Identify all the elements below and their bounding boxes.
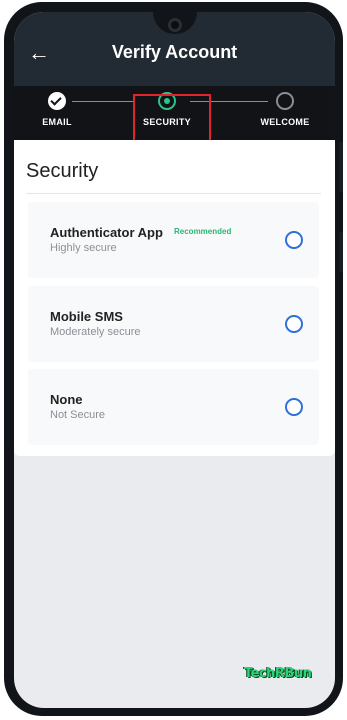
radio-button[interactable] — [285, 315, 303, 333]
option-title: Authenticator App — [50, 225, 163, 240]
option-subtitle: Moderately secure — [50, 326, 141, 338]
radio-button[interactable] — [285, 398, 303, 416]
option-title: None — [50, 392, 83, 407]
option-authenticator-app[interactable]: Authenticator App Recommended Highly sec… — [28, 202, 319, 278]
volume-button — [339, 142, 343, 192]
step-label-email: EMAIL — [42, 117, 72, 127]
watermark-logo: TechRBun — [244, 666, 312, 681]
page-title: Verify Account — [111, 42, 238, 62]
option-title: Mobile SMS — [50, 309, 123, 324]
option-none[interactable]: None Not Secure — [28, 369, 319, 445]
section-title: Security — [26, 160, 99, 182]
option-subtitle: Highly secure — [50, 242, 117, 254]
divider — [26, 193, 321, 194]
recommended-badge: Recommended — [174, 227, 232, 236]
check-icon — [48, 92, 66, 110]
phone-frame: ← Verify Account EMAIL SECURITY WELCOME … — [4, 2, 343, 716]
front-camera — [167, 18, 182, 32]
option-subtitle: Not Secure — [50, 409, 106, 421]
security-panel: Security Authenticator App Recommended H… — [14, 140, 335, 456]
step-label-welcome: WELCOME — [260, 117, 310, 127]
power-button — [339, 232, 343, 272]
step-email: EMAIL — [14, 92, 102, 127]
option-mobile-sms[interactable]: Mobile SMS Moderately secure — [28, 286, 319, 362]
progress-stepper: EMAIL SECURITY WELCOME — [14, 86, 335, 149]
step-welcome: WELCOME — [240, 92, 330, 127]
screen: ← Verify Account EMAIL SECURITY WELCOME … — [14, 12, 335, 708]
radio-button[interactable] — [285, 231, 303, 249]
pending-step-icon — [276, 92, 294, 110]
